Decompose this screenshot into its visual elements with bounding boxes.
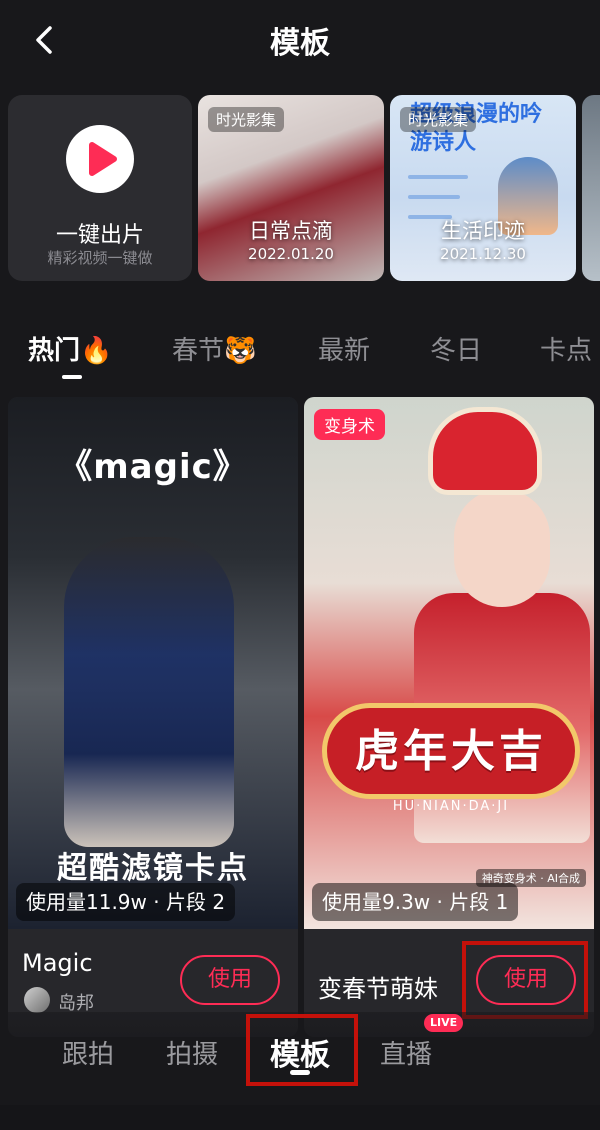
- cover-subcaption: HU·NIAN·DA·JI: [392, 799, 510, 814]
- tab-latest[interactable]: 最新: [318, 330, 370, 367]
- album-tag: 时光影集: [400, 107, 477, 132]
- tab-spring-festival[interactable]: 春节🐯: [172, 330, 256, 367]
- effect-tag: 变身术: [314, 409, 385, 440]
- tab-hot[interactable]: 热门🔥: [28, 330, 112, 367]
- highlight-use-button: [462, 941, 588, 1019]
- template-name: Magic: [22, 949, 93, 977]
- album-title: 生活印迹: [441, 219, 525, 243]
- usage-count: 使用量11.9w · 片段 2: [16, 883, 236, 921]
- cover-figure: [64, 537, 234, 847]
- shortcut-row: 一键出片 精彩视频一键做 时光影集 日常点滴 2022.01.20 超级浪漫的吟…: [0, 95, 600, 281]
- album-title: 日常点滴: [249, 219, 333, 243]
- oneclick-title: 一键出片: [55, 223, 144, 248]
- category-tabs: 热门🔥 春节🐯 最新 冬日 卡点: [0, 330, 600, 380]
- nav-shoot[interactable]: 拍摄: [166, 1034, 218, 1071]
- album-date: 2022.01.20: [248, 245, 334, 263]
- album-card-life[interactable]: 超级浪漫的吟游诗人 时光影集 生活印迹 2021.12.30: [390, 95, 576, 281]
- page-title: 模板: [270, 26, 330, 61]
- avatar[interactable]: [24, 987, 50, 1013]
- oneclick-card[interactable]: 一键出片 精彩视频一键做: [8, 95, 192, 281]
- template-cover[interactable]: 变身术 虎年大吉 HU·NIAN·DA·JI 神奇变身术 · AI合成 使用量9…: [304, 397, 594, 929]
- usage-count: 使用量9.3w · 片段 1: [312, 883, 519, 921]
- cover-caption: 超酷滤镜卡点: [57, 851, 249, 886]
- cover-title: 《magic》: [58, 447, 248, 487]
- oneclick-subtitle: 精彩视频一键做: [47, 249, 153, 267]
- tab-indicator: [62, 375, 82, 379]
- tab-winter[interactable]: 冬日: [430, 330, 482, 367]
- album-card-daily[interactable]: 时光影集 日常点滴 2022.01.20: [198, 95, 384, 281]
- template-card-magic[interactable]: 《magic》 超酷滤镜卡点 使用量11.9w · 片段 2 Magic 岛邦 …: [8, 397, 298, 1037]
- template-name: 变春节萌妹: [318, 975, 438, 1003]
- nav-live[interactable]: 直播: [380, 1034, 432, 1071]
- header: 模板: [0, 0, 600, 84]
- cover-caption: 虎年大吉: [355, 726, 547, 777]
- album-tag: 时光影集: [208, 107, 285, 132]
- highlight-nav-templates: [246, 1014, 358, 1086]
- tab-beat[interactable]: 卡点: [540, 330, 592, 367]
- use-button[interactable]: 使用: [180, 955, 280, 1005]
- tiger-hat: [428, 407, 542, 495]
- album-card-partial[interactable]: [582, 95, 600, 281]
- live-badge: LIVE: [424, 1014, 464, 1032]
- album-date: 2021.12.30: [440, 245, 526, 263]
- template-cover[interactable]: 《magic》 超酷滤镜卡点 使用量11.9w · 片段 2: [8, 397, 298, 929]
- home-indicator-bar: [0, 1105, 600, 1130]
- play-logo-icon: [66, 125, 134, 193]
- cover-figure-face: [454, 489, 550, 607]
- nav-follow-shoot[interactable]: 跟拍: [62, 1034, 114, 1071]
